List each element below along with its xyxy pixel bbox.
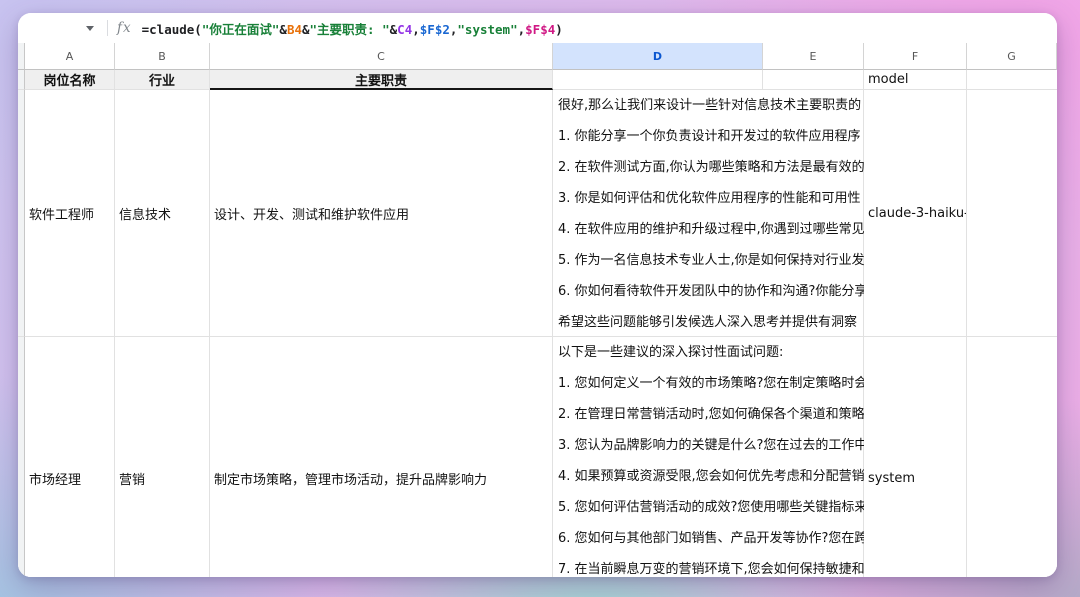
row-header-strip[interactable] [18,90,25,337]
row-header-strip[interactable] [18,70,25,90]
cell-text-line: 2. 在软件测试方面,你认为哪些策略和方法是最有效的 [558,152,864,183]
cell-f3[interactable]: system [864,337,967,577]
chevron-down-icon[interactable] [86,26,94,31]
cell-text-line: 7. 在当前瞬息万变的营销环境下,您会如何保持敏捷和 [558,554,864,577]
column-header-f[interactable]: F [864,43,967,70]
column-header-a[interactable]: A [25,43,115,70]
cell-text-line: 以下是一些建议的深入探讨性面试问题: [558,337,864,368]
cell-b2[interactable]: 信息技术 [115,90,210,337]
column-header-c[interactable]: C [210,43,553,70]
cell-text-line: 很好,那么让我们来设计一些针对信息技术主要职责的 [558,90,864,121]
background: fx =claude("你正在面试"&B4&"主要职责: "&C4,$F$2,"… [0,0,1080,597]
cell-c1[interactable]: 主要职责 [210,70,553,90]
cell-text-line: 3. 你是如何评估和优化软件应用程序的性能和可用性 [558,183,864,214]
cell-b1[interactable]: 行业 [115,70,210,90]
sheet-grid: A B C D E F G 岗位名称 行业 主要职责 model 软件工程师 信… [18,43,1057,577]
cell-text-line: 6. 你如何看待软件开发团队中的协作和沟通?你能分享 [558,276,864,307]
column-header-b[interactable]: B [115,43,210,70]
cell-a3[interactable]: 市场经理 [25,337,115,577]
cell-text-line: 5. 作为一名信息技术专业人士,你是如何保持对行业发 [558,245,864,276]
cell-f1[interactable]: model [864,70,967,90]
cell-g3[interactable] [967,337,1057,577]
cell-d3-overflow-text: 以下是一些建议的深入探讨性面试问题: 1. 您如何定义一个有效的市场策略?您在制… [553,337,864,577]
column-header-g[interactable]: G [967,43,1057,70]
cell-c3[interactable]: 制定市场策略，管理市场活动，提升品牌影响力 [210,337,553,577]
cell-text-line: 希望这些问题能够引发候选人深入思考并提供有洞察 [558,307,864,338]
cell-d1[interactable] [553,70,763,90]
cell-d2[interactable]: 很好,那么让我们来设计一些针对信息技术主要职责的 1. 你能分享一个你负责设计和… [553,90,763,337]
cell-f2[interactable]: claude-3-haiku-20240307 [864,90,967,337]
fx-icon: fx [117,20,132,36]
cell-text-line: 3. 您认为品牌影响力的关键是什么?您在过去的工作中 [558,430,864,461]
divider [107,20,108,36]
column-header-d-selected[interactable]: D [553,43,763,70]
cell-text-line: 6. 您如何与其他部门如销售、产品开发等协作?您在跨 [558,523,864,554]
row-header-corner[interactable] [18,43,25,70]
cell-d2-overflow-text: 很好,那么让我们来设计一些针对信息技术主要职责的 1. 你能分享一个你负责设计和… [553,90,864,338]
cell-text-line: 1. 您如何定义一个有效的市场策略?您在制定策略时会 [558,368,864,399]
spreadsheet-window: fx =claude("你正在面试"&B4&"主要职责: "&C4,$F$2,"… [18,13,1057,577]
cell-g2[interactable] [967,90,1057,337]
cell-text-line: 4. 在软件应用的维护和升级过程中,你遇到过哪些常见 [558,214,864,245]
cell-text-line: 1. 你能分享一个你负责设计和开发过的软件应用程序 [558,121,864,152]
cell-e1[interactable] [763,70,864,90]
column-header-e[interactable]: E [763,43,864,70]
formula-bar: fx =claude("你正在面试"&B4&"主要职责: "&C4,$F$2,"… [18,13,1057,43]
cell-a1[interactable]: 岗位名称 [25,70,115,90]
row-header-strip[interactable] [18,337,25,577]
cell-a2[interactable]: 软件工程师 [25,90,115,337]
formula-input[interactable]: =claude("你正在面试"&B4&"主要职责: "&C4,$F$2,"sys… [142,19,563,38]
cell-text-line: 5. 您如何评估营销活动的成效?您使用哪些关键指标来 [558,492,864,523]
cell-g1[interactable] [967,70,1057,90]
cell-text-line: 2. 在管理日常营销活动时,您如何确保各个渠道和策略 [558,399,864,430]
cell-c2[interactable]: 设计、开发、测试和维护软件应用 [210,90,553,337]
cell-d3[interactable]: 以下是一些建议的深入探讨性面试问题: 1. 您如何定义一个有效的市场策略?您在制… [553,337,763,577]
cell-b3[interactable]: 营销 [115,337,210,577]
cell-text-line: 4. 如果预算或资源受限,您会如何优先考虑和分配营销 [558,461,864,492]
